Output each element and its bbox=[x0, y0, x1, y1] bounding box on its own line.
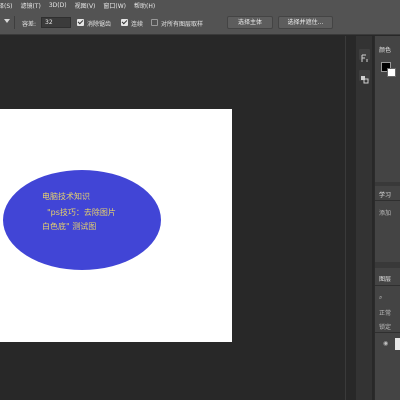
tolerance-input[interactable]: 32 bbox=[41, 17, 71, 28]
antialias-label: 消除锯齿 bbox=[87, 21, 112, 28]
lock-label: 锁定 bbox=[379, 324, 392, 331]
divider bbox=[375, 332, 400, 333]
layer-thumbnail[interactable] bbox=[395, 338, 400, 350]
divider bbox=[375, 200, 400, 201]
sample-all-label: 对所有图层取样 bbox=[161, 21, 204, 28]
eye-icon[interactable]: ◉ bbox=[383, 340, 388, 347]
menu-view[interactable]: 视图(V) bbox=[75, 1, 96, 10]
learn-add-label: 添加 bbox=[379, 210, 392, 217]
history-icon[interactable] bbox=[359, 49, 370, 62]
menu-help[interactable]: 帮助(H) bbox=[134, 1, 155, 10]
canvas-text-line-1: 电脑技术知识 bbox=[42, 191, 90, 201]
panel-gap bbox=[375, 182, 400, 186]
menu-filter[interactable]: 滤镜(T) bbox=[21, 1, 41, 10]
document-canvas[interactable]: 电脑技术知识 "ps技巧：去除图片 白色底" 测试图 bbox=[0, 109, 232, 342]
antialias-checkbox[interactable] bbox=[77, 19, 84, 26]
menu-select[interactable]: 择(S) bbox=[0, 1, 13, 10]
menu-window[interactable]: 窗口(W) bbox=[103, 1, 126, 10]
menu-3d[interactable]: 3D(D) bbox=[49, 2, 67, 9]
select-subject-button[interactable]: 选择主体 bbox=[227, 16, 273, 29]
canvas-text-line-2: "ps技巧：去除图片 bbox=[47, 207, 116, 217]
menu-bar: 择(S) 滤镜(T) 3D(D) 视图(V) 窗口(W) 帮助(H) bbox=[0, 0, 400, 11]
canvas-text-line-3: 白色底" 测试图 bbox=[42, 221, 96, 231]
layers-panel-title[interactable]: 图层 bbox=[379, 274, 391, 283]
tolerance-label: 容差: bbox=[22, 21, 37, 28]
color-panel-title[interactable]: 颜色 bbox=[379, 45, 391, 54]
panel-gap bbox=[375, 262, 400, 268]
search-icon[interactable]: ⌕ bbox=[379, 294, 382, 302]
panel-dock bbox=[356, 36, 372, 400]
panel-separator bbox=[345, 36, 346, 400]
options-bar: 容差: 32 消除锯齿 连续 对所有图层取样 选择主体 选择并遮住... bbox=[0, 11, 400, 35]
blue-ellipse bbox=[3, 170, 161, 270]
background-color-swatch[interactable] bbox=[387, 68, 396, 77]
select-and-mask-button[interactable]: 选择并遮住... bbox=[278, 16, 333, 29]
sample-all-checkbox[interactable] bbox=[151, 19, 158, 26]
divider bbox=[14, 16, 15, 29]
contiguous-label: 连续 bbox=[131, 21, 144, 28]
properties-icon[interactable] bbox=[359, 70, 370, 84]
divider bbox=[375, 285, 400, 286]
blend-mode-label[interactable]: 正常 bbox=[379, 308, 391, 317]
canvas-artwork: 电脑技术知识 "ps技巧：去除图片 白色底" 测试图 bbox=[3, 170, 161, 270]
right-panels: 颜色 学习 添加 图层 ⌕ 正常 锁定 ◉ bbox=[374, 36, 400, 400]
contiguous-checkbox[interactable] bbox=[121, 19, 128, 26]
learn-panel-title[interactable]: 学习 bbox=[379, 190, 391, 199]
chevron-down-icon[interactable] bbox=[4, 19, 10, 23]
